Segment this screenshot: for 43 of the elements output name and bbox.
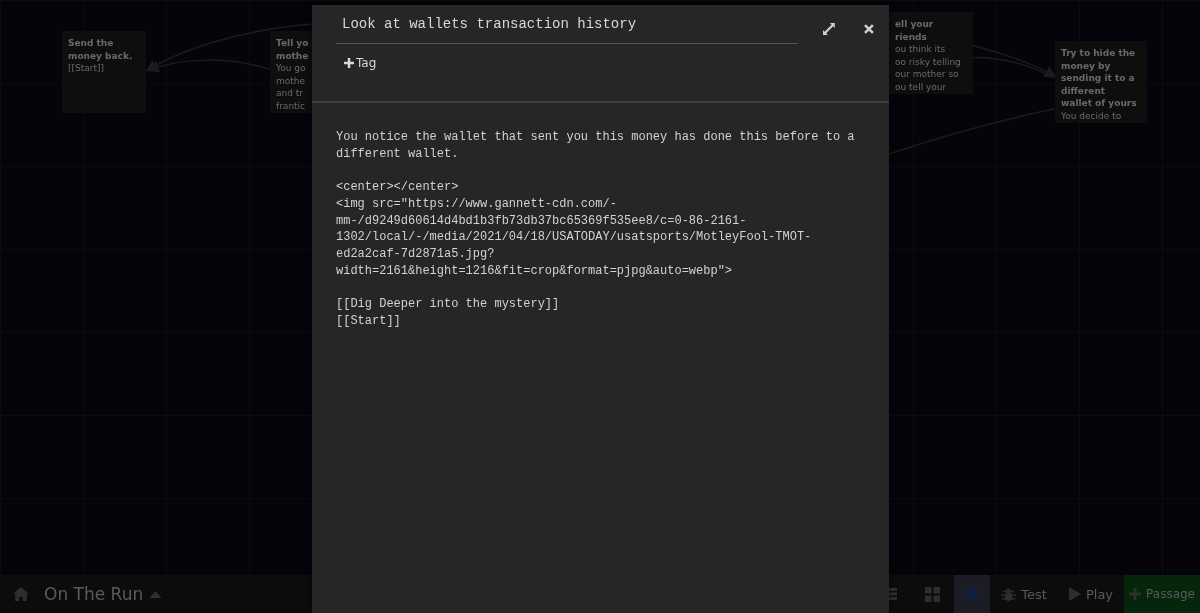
passage-title: riends — [895, 30, 928, 43]
passage-title: ell your — [895, 18, 935, 31]
passage-name-field[interactable]: Look at wallets transaction history — [336, 13, 799, 44]
passage-excerpt: You decide to — [1061, 109, 1123, 122]
passage-excerpt: You go — [276, 62, 307, 75]
grid-view-icon — [925, 586, 941, 602]
passage-excerpt: frantic — [276, 99, 307, 112]
square-icon — [967, 589, 978, 599]
passage-title: Tell yo — [276, 37, 310, 50]
passage-title: money by — [1061, 59, 1112, 72]
passage-card[interactable]: Send the money back. [[Start]] — [62, 31, 146, 113]
caret-icon — [149, 590, 163, 598]
passage-excerpt: [[Start]] — [68, 62, 106, 75]
passage-title: Try to hide the — [1061, 47, 1137, 60]
plus-icon — [344, 58, 354, 68]
maximize-icon[interactable] — [822, 21, 837, 36]
passage-excerpt: oo risky telling — [895, 55, 962, 68]
story-title-button[interactable]: On The Run — [44, 584, 163, 604]
passage-title: mothe — [276, 49, 310, 62]
play-icon — [1068, 587, 1081, 601]
passage-excerpt: our mother so — [895, 68, 960, 81]
play-button[interactable]: Play — [1057, 575, 1125, 613]
passage-title: sending it to a — [1061, 72, 1136, 85]
passage-text-area[interactable]: You notice the wallet that sent you this money has done this before to a different wallet. <center></center> <img src="https://www.gannett-cdn.com/-mm-/d9249d60614d4bd1b3fb73db37bc65369f535ee8/c=0-86-2161-1302/local/-/media/2021/04/18/USATODAY/usatsports/MotleyFool-TMOT-ed2a2caf-7d2871a5.jpg?width=2161&height=1216&fit=crop&format=pjpg&auto=webp"> [[Dig Deeper into the mystery]] [[Start]] — [336, 129, 876, 330]
passage-excerpt: ou tell your — [895, 80, 948, 93]
zoom-button[interactable] — [954, 575, 991, 613]
passage-title: wallet of yours — [1061, 97, 1138, 110]
passage-excerpt: ou think its — [895, 43, 947, 56]
home-icon[interactable] — [12, 586, 30, 602]
close-icon[interactable] — [863, 22, 875, 35]
passage-excerpt: mothe — [276, 74, 307, 87]
passage-card[interactable]: Try to hide the money by sending it to a different wallet of yours You decide to — [1055, 41, 1147, 123]
passage-excerpt: and tr — [276, 87, 305, 100]
new-passage-button[interactable]: Passage — [1124, 575, 1200, 613]
passage-title: money back. — [68, 49, 134, 62]
passage-title: Send the — [68, 37, 115, 50]
passage-card[interactable]: Tell yo mothe You go mothe and tr frantic — [270, 31, 312, 113]
plus-icon — [1129, 588, 1142, 600]
test-button[interactable]: Test — [990, 575, 1058, 613]
passage-title: different — [1061, 84, 1107, 97]
passage-card[interactable]: ell your riends ou think its oo risky telling our mother so ou tell your — [889, 12, 973, 94]
add-tag-button[interactable]: Tag — [344, 56, 377, 70]
bug-icon — [1001, 586, 1017, 602]
